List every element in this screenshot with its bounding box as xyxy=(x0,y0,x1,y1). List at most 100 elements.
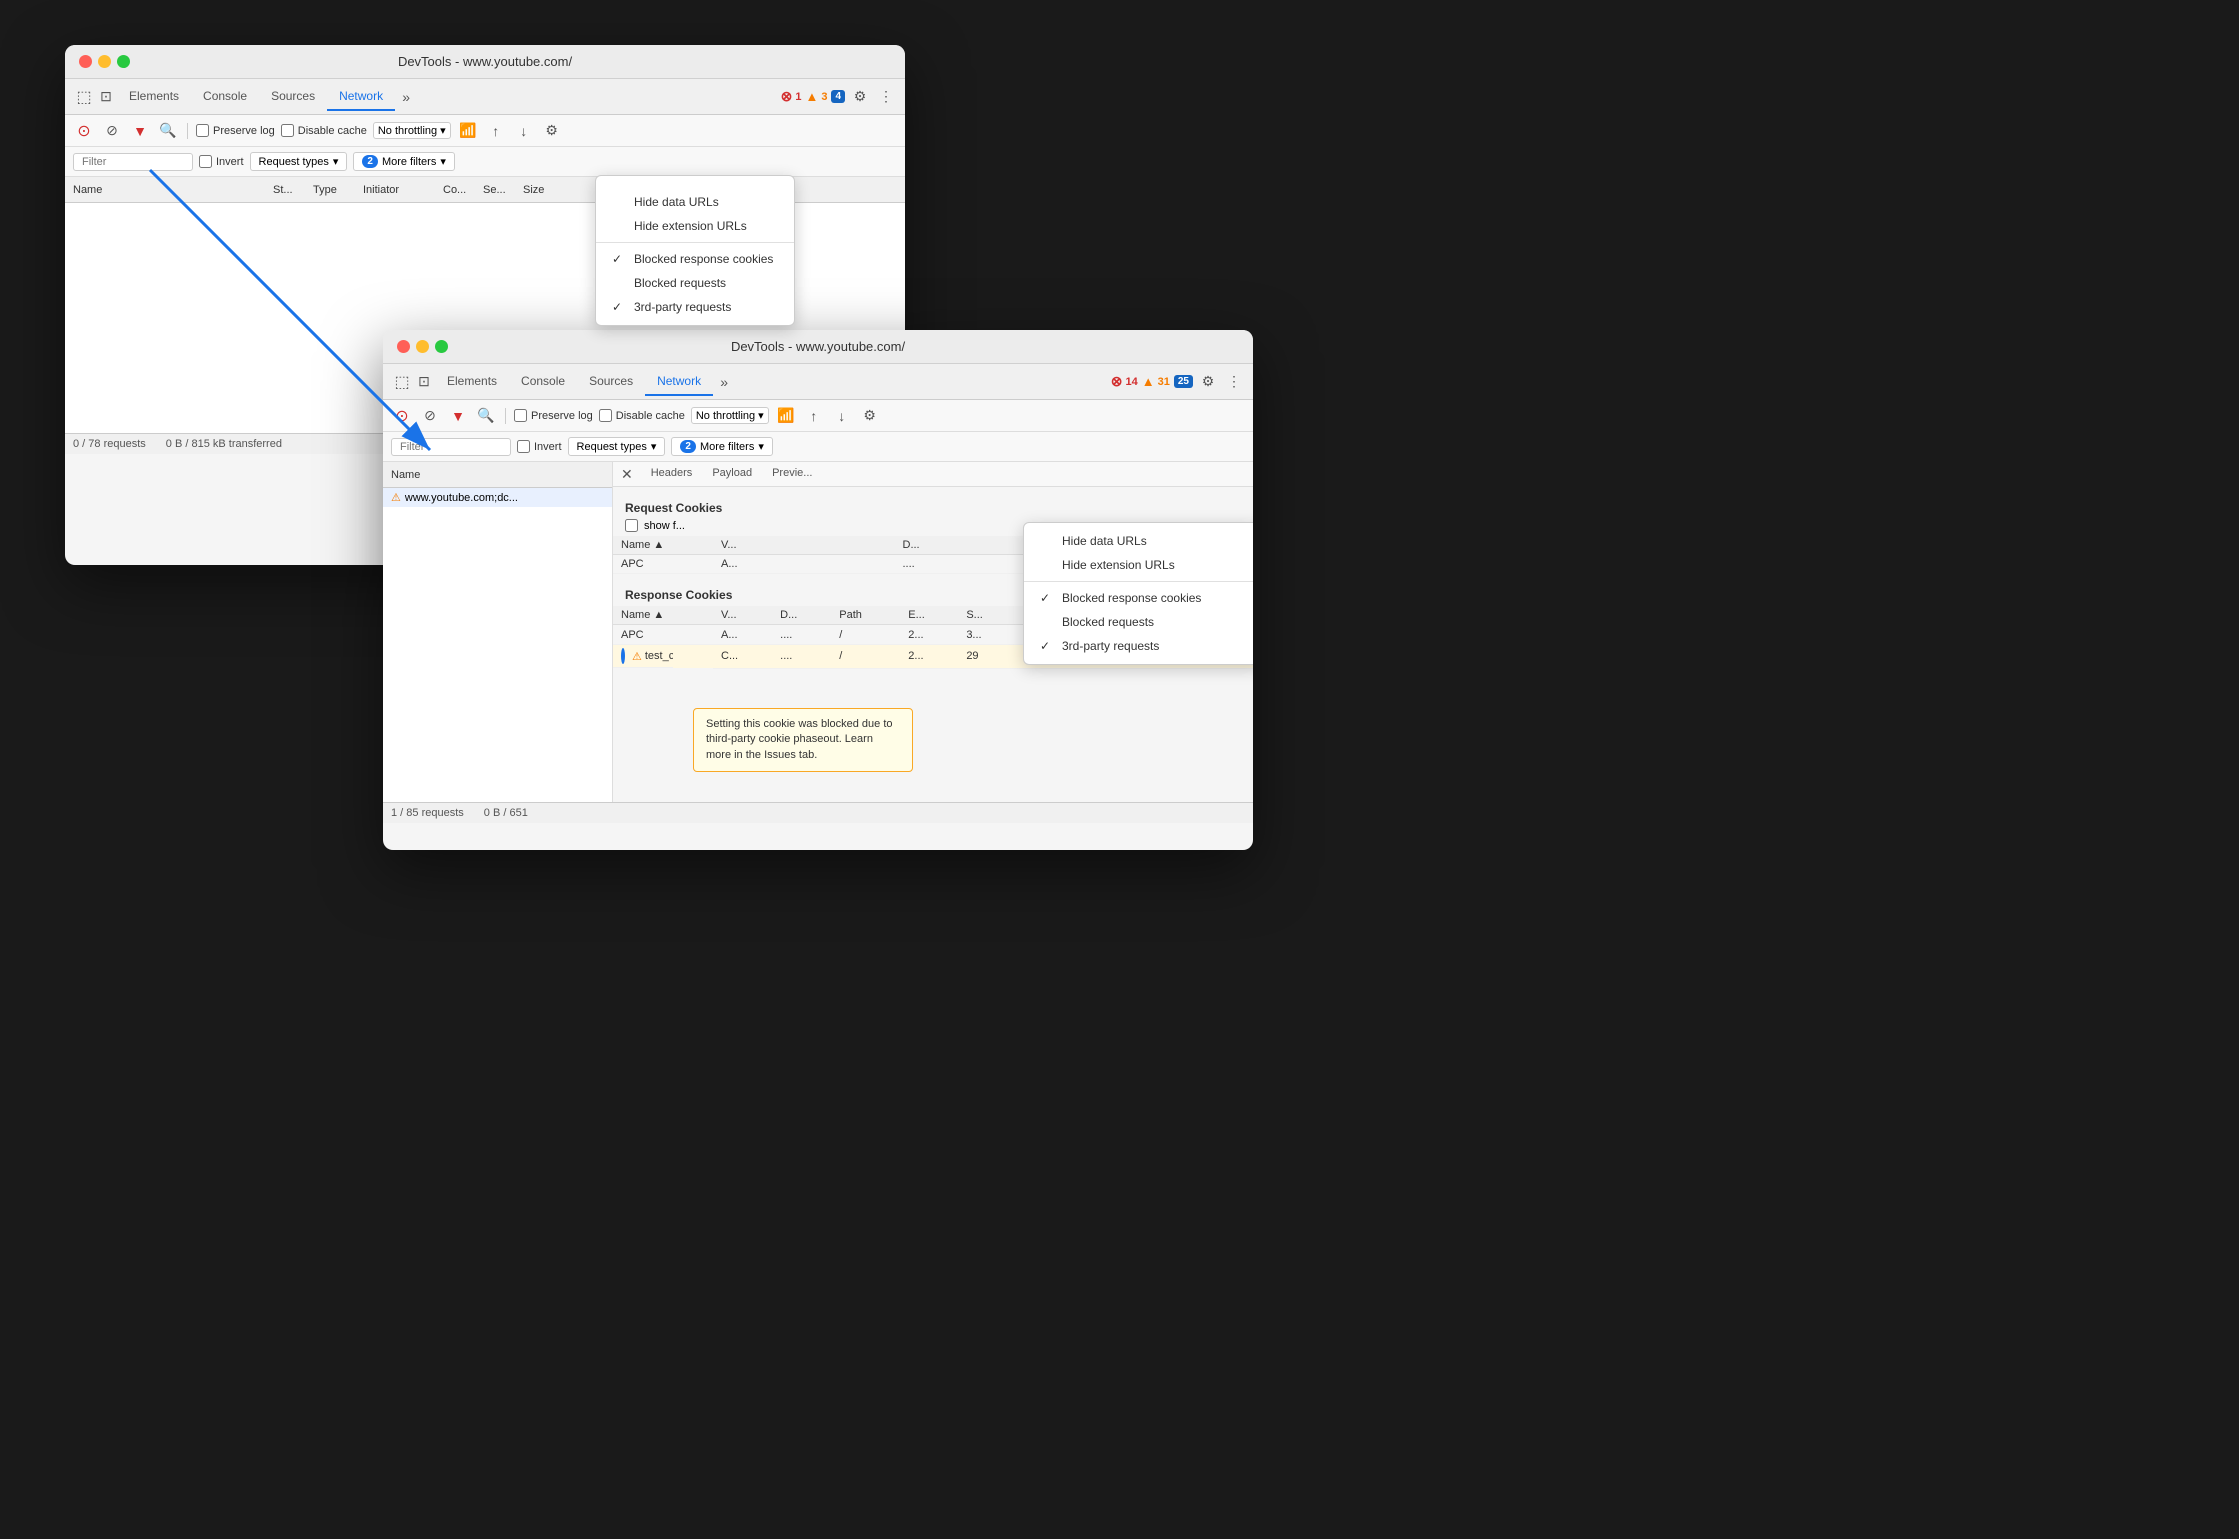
minimize-button-1[interactable] xyxy=(98,55,111,68)
tab-console-2[interactable]: Console xyxy=(509,368,577,396)
request-types-btn-1[interactable]: Request types ▾ xyxy=(250,152,348,171)
settings-icon-1[interactable]: ⚙ xyxy=(849,86,871,108)
menu-3rd-party-2[interactable]: ✓ 3rd-party requests xyxy=(1024,634,1253,658)
disable-cache-label-1[interactable]: Disable cache xyxy=(281,124,367,137)
device-icon-2[interactable]: ⊡ xyxy=(413,371,435,393)
more-filters-btn-2[interactable]: 2 More filters ▾ xyxy=(671,437,773,456)
filter-input-2[interactable] xyxy=(391,438,511,456)
record-stop-icon-2[interactable]: ⊙ xyxy=(391,405,413,427)
throttle-select-1[interactable]: No throttling ▾ xyxy=(373,122,451,139)
req-col-name: Name ▲ xyxy=(613,536,713,555)
filter-icon-2[interactable]: ▼ xyxy=(447,405,469,427)
panel-close-btn-2[interactable]: ✕ xyxy=(621,466,633,483)
invert-check-2[interactable] xyxy=(517,440,530,453)
tab-elements-2[interactable]: Elements xyxy=(435,368,509,396)
panel-tab-payload-2[interactable]: Payload xyxy=(702,462,762,486)
panel-tab-preview-2[interactable]: Previe... xyxy=(762,462,822,486)
preserve-log-label-2[interactable]: Preserve log xyxy=(514,409,593,422)
wifi-icon-2[interactable]: 📶 xyxy=(775,405,797,427)
tab-network-2[interactable]: Network xyxy=(645,368,713,396)
tab-network-1[interactable]: Network xyxy=(327,83,395,111)
close-button-2[interactable] xyxy=(397,340,410,353)
main-content-2: Name ⚠ www.youtube.com;dc... ✕ Headers P… xyxy=(383,462,1253,802)
throttle-select-2[interactable]: No throttling ▾ xyxy=(691,407,769,424)
invert-label-1[interactable]: Invert xyxy=(199,155,244,168)
minimize-button-2[interactable] xyxy=(416,340,429,353)
download-icon-1[interactable]: ↓ xyxy=(513,120,535,142)
menu-hide-data-urls-1[interactable]: Hide data URLs xyxy=(596,190,794,214)
disable-cache-check-2[interactable] xyxy=(599,409,612,422)
inspect-icon-2[interactable]: ⬚ xyxy=(391,371,413,393)
search-icon-2[interactable]: 🔍 xyxy=(475,405,497,427)
res-col-name: Name ▲ xyxy=(613,606,713,625)
show-filtered-check[interactable] xyxy=(625,519,638,532)
maximize-button-1[interactable] xyxy=(117,55,130,68)
settings2-icon-1[interactable]: ⚙ xyxy=(541,120,563,142)
cookie-highlight-circle xyxy=(621,648,625,664)
devtools-window-2: DevTools - www.youtube.com/ ⬚ ⊡ Elements… xyxy=(383,330,1253,850)
menu-3rd-party-1[interactable]: ✓ 3rd-party requests xyxy=(596,295,794,319)
network-list-panel-2: Name ⚠ www.youtube.com;dc... xyxy=(383,462,613,802)
test-cookie-warning-icon: ⚠ xyxy=(632,650,642,663)
inspect-icon-1[interactable]: ⬚ xyxy=(73,86,95,108)
more-tabs-icon-1[interactable]: » xyxy=(395,86,417,108)
request-row-2[interactable]: ⚠ www.youtube.com;dc... xyxy=(383,488,612,507)
maximize-button-2[interactable] xyxy=(435,340,448,353)
tab-sources-1[interactable]: Sources xyxy=(259,83,327,111)
settings-icon-2[interactable]: ⚙ xyxy=(1197,371,1219,393)
titlebar-2: DevTools - www.youtube.com/ xyxy=(383,330,1253,364)
col-se-1: Se... xyxy=(483,184,523,196)
device-icon-1[interactable]: ⊡ xyxy=(95,86,117,108)
filter-bar-2: Invert Request types ▾ 2 More filters ▾ xyxy=(383,432,1253,462)
panel-tab-headers-2[interactable]: Headers xyxy=(641,462,703,486)
tab-console-1[interactable]: Console xyxy=(191,83,259,111)
preserve-log-check-1[interactable] xyxy=(196,124,209,137)
menu-blocked-requests-2[interactable]: Blocked requests xyxy=(1024,610,1253,634)
wifi-icon-1[interactable]: 📶 xyxy=(457,120,479,142)
search-icon-1[interactable]: 🔍 xyxy=(157,120,179,142)
filter-icon-1[interactable]: ▼ xyxy=(129,120,151,142)
col-type-1: Type xyxy=(313,184,363,196)
res-col-e: E... xyxy=(900,606,958,625)
traffic-lights-1 xyxy=(79,55,130,68)
clear-icon-1[interactable]: ⊘ xyxy=(101,120,123,142)
disable-cache-label-2[interactable]: Disable cache xyxy=(599,409,685,422)
devtools-tabs-2: ⬚ ⊡ Elements Console Sources Network » ⊗… xyxy=(383,364,1253,400)
menu-blocked-response-1[interactable]: ✓ Blocked response cookies xyxy=(596,247,794,271)
invert-check-1[interactable] xyxy=(199,155,212,168)
toolbar-2: ⊙ ⊘ ▼ 🔍 Preserve log Disable cache No th… xyxy=(383,400,1253,432)
upload-icon-2[interactable]: ↑ xyxy=(803,405,825,427)
col-name-1: Name xyxy=(73,184,273,196)
res-col-v: V... xyxy=(713,606,772,625)
menu-blocked-response-2[interactable]: ✓ Blocked response cookies xyxy=(1024,586,1253,610)
menu-hide-data-urls-2[interactable]: Hide data URLs xyxy=(1024,529,1253,553)
menu-blocked-requests-1[interactable]: Blocked requests xyxy=(596,271,794,295)
download-icon-2[interactable]: ↓ xyxy=(831,405,853,427)
preserve-log-check-2[interactable] xyxy=(514,409,527,422)
record-stop-icon-1[interactable]: ⊙ xyxy=(73,120,95,142)
request-types-btn-2[interactable]: Request types ▾ xyxy=(568,437,666,456)
traffic-lights-2 xyxy=(397,340,448,353)
menu-hide-ext-urls-2[interactable]: Hide extension URLs xyxy=(1024,553,1253,577)
more-filters-btn-1[interactable]: 2 More filters ▾ xyxy=(353,152,455,171)
menu-hide-ext-urls-1[interactable]: Hide extension URLs xyxy=(596,214,794,238)
more-tabs-icon-2[interactable]: » xyxy=(713,371,735,393)
filter-input-1[interactable] xyxy=(73,153,193,171)
req-col-v: V... xyxy=(713,536,895,555)
titlebar-1: DevTools - www.youtube.com/ xyxy=(65,45,905,79)
clear-icon-2[interactable]: ⊘ xyxy=(419,405,441,427)
more-options-icon-1[interactable]: ⋮ xyxy=(875,86,897,108)
close-button-1[interactable] xyxy=(79,55,92,68)
tab-elements-1[interactable]: Elements xyxy=(117,83,191,111)
dropdown-menu-2: Hide data URLs Hide extension URLs ✓ Blo… xyxy=(1023,522,1253,665)
res-col-s: S... xyxy=(958,606,1016,625)
more-options-icon-2[interactable]: ⋮ xyxy=(1223,371,1245,393)
upload-icon-1[interactable]: ↑ xyxy=(485,120,507,142)
network-list-empty-2 xyxy=(383,507,612,802)
invert-label-2[interactable]: Invert xyxy=(517,440,562,453)
settings2-icon-2[interactable]: ⚙ xyxy=(859,405,881,427)
preserve-log-label-1[interactable]: Preserve log xyxy=(196,124,275,137)
disable-cache-check-1[interactable] xyxy=(281,124,294,137)
cookie-tooltip-2: Setting this cookie was blocked due to t… xyxy=(693,708,913,772)
tab-sources-2[interactable]: Sources xyxy=(577,368,645,396)
